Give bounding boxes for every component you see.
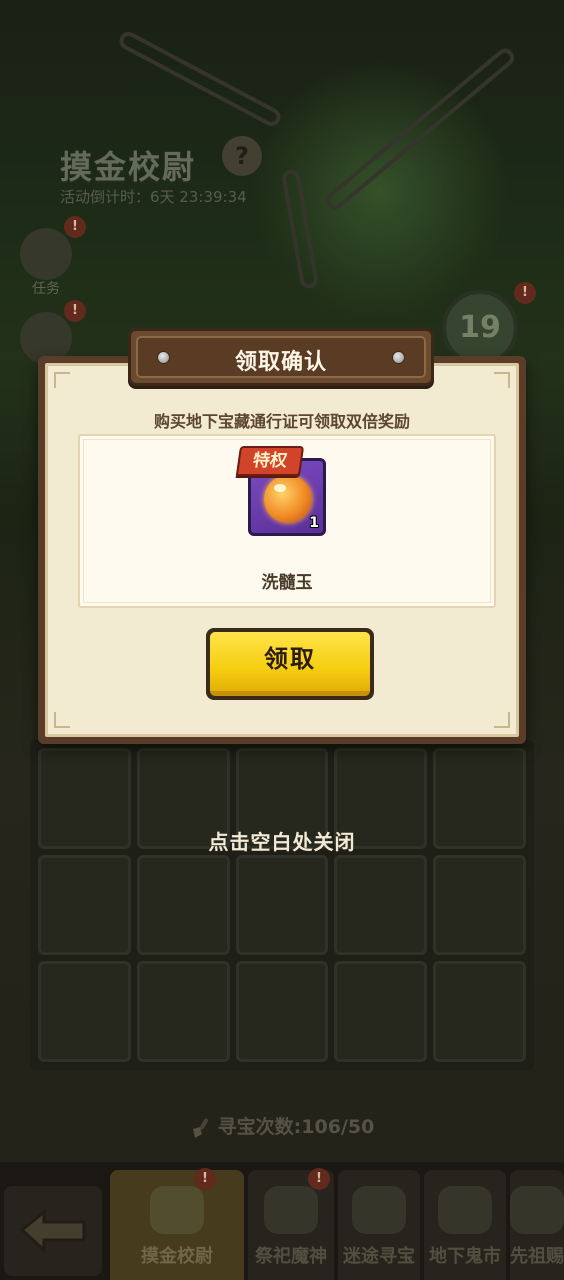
reward-box: 1 特权 洗髓玉 bbox=[78, 434, 496, 608]
dialog-title-plate: 领取确认 bbox=[128, 328, 434, 386]
claim-button-label: 领取 bbox=[210, 632, 370, 696]
corner-ornament bbox=[54, 712, 70, 728]
dialog-panel: 购买地下宝藏通行证可领取双倍奖励 1 特权 洗髓玉 领取 bbox=[45, 363, 519, 737]
dialog-subtitle: 购买地下宝藏通行证可领取双倍奖励 bbox=[153, 412, 410, 431]
item-name: 洗髓玉 bbox=[261, 573, 313, 593]
orange-orb-icon bbox=[264, 475, 312, 523]
dialog-title: 领取确认 bbox=[234, 350, 327, 375]
corner-ornament bbox=[494, 712, 510, 728]
corner-ornament bbox=[54, 372, 70, 388]
item-count: 1 bbox=[309, 515, 319, 531]
claim-confirm-dialog: 购买地下宝藏通行证可领取双倍奖励 1 特权 洗髓玉 领取 bbox=[38, 356, 526, 744]
close-hint: 点击空白处关闭 bbox=[208, 830, 356, 854]
corner-ornament bbox=[494, 372, 510, 388]
privilege-tag: 特权 bbox=[235, 446, 305, 476]
claim-button[interactable]: 领取 bbox=[206, 628, 374, 700]
